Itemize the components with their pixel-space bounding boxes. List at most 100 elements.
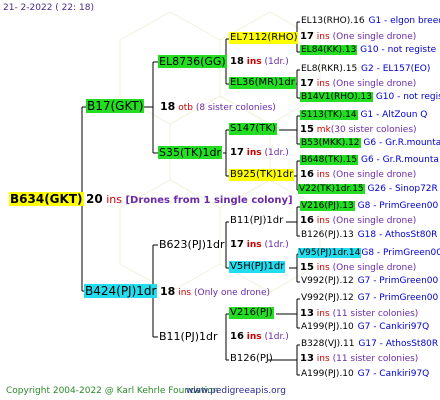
- gen4-6-bottom-info: G7 - PrimGreen00: [357, 276, 439, 286]
- gen4-5-top-name[interactable]: V216(PJ).13: [300, 201, 355, 211]
- gen4-5-note: (One single drone): [332, 216, 417, 226]
- gen2-queen-4-info: 16 ins (1dr.): [230, 332, 289, 342]
- gen4-4-count: 16: [300, 169, 314, 180]
- gen3-queen-3[interactable]: S147(TK): [229, 123, 277, 135]
- gen4-2-top-name[interactable]: EL8(RKR).15: [300, 64, 358, 74]
- gen4-4-bottom-info: G26 - Sinop72R: [367, 184, 438, 194]
- gen4-3-top-name[interactable]: S113(TK).14: [300, 110, 358, 120]
- gen2-queen-4[interactable]: B11(PJ)1dr: [158, 330, 219, 343]
- gen3-queen-2[interactable]: EL36(MR)1dr: [229, 77, 296, 89]
- gen4-5-bottom-name[interactable]: B126(PJ).13: [300, 230, 355, 240]
- gen4-4-top-name[interactable]: B648(TK).15: [300, 155, 359, 165]
- gen2-queen-3-note: (1dr.): [264, 240, 289, 250]
- pedigree-page: 21- 2-2022 ( 22: 18) Copyright 2004-2022…: [0, 0, 440, 400]
- gen1-queen-1[interactable]: B17(GKT): [86, 99, 145, 113]
- gen4-1-drone-info: 17 ins (One single drone): [300, 32, 416, 42]
- gen4-row-4-top: B648(TK).15 G6 - Gr.R.mounta: [300, 155, 439, 165]
- gen4-3-drone-info: 15 mk(30 sister colonies): [300, 125, 417, 135]
- gen4-2-count: 17: [300, 78, 314, 89]
- gen4-4-bottom-name[interactable]: V22(TK)1dr.15: [298, 184, 365, 194]
- gen3-queen-1[interactable]: EL7112(RHO): [229, 32, 299, 44]
- gen2-queen-4-note: (1dr.): [264, 332, 289, 342]
- gen2-queen-2[interactable]: S35(TK)1dr: [158, 146, 222, 159]
- gen2-queen-2-ins: ins: [246, 148, 262, 158]
- gen2-queen-3-ins: ins: [246, 240, 262, 250]
- root-drone-info: 20 ins [Drones from 1 single colony]: [86, 193, 293, 206]
- gen4-4-note: (One single drone): [332, 170, 417, 180]
- gen4-1-note: (One single drone): [332, 32, 417, 42]
- site-link[interactable]: www.pedigreeapis.org: [186, 387, 286, 396]
- gen1-queen-2-info: 18 ins (Only one drone): [160, 286, 270, 298]
- gen4-8-top-name[interactable]: B328(VJ).11: [300, 339, 356, 349]
- gen4-2-ins: ins: [316, 79, 330, 89]
- gen2-queen-4-count: 16: [230, 331, 244, 342]
- gen4-8-drone-info: 13 ins (11 sister colonies): [300, 354, 418, 364]
- gen4-row-4-bottom: V22(TK)1dr.15 G26 - Sinop72R: [298, 184, 438, 194]
- gen4-7-note: (11 sister colonies): [332, 309, 419, 319]
- gen4-2-bottom-name[interactable]: B14V1(RHO).13: [300, 92, 373, 102]
- gen4-7-top-info: G7 - PrimGreen00: [357, 293, 439, 303]
- gen4-4-top-info: G6 - Gr.R.mounta: [360, 155, 439, 165]
- gen4-7-count: 13: [300, 308, 314, 319]
- gen4-8-bottom-name[interactable]: A199(PJ).10: [300, 369, 355, 379]
- gen4-row-8-top: B328(VJ).11 G17 - AthosSt80R: [300, 340, 438, 349]
- gen3-queen-6[interactable]: V5H(PJ)1dr: [229, 261, 286, 273]
- gen3-queen-8[interactable]: B126(PJ): [229, 353, 274, 365]
- gen4-7-drone-info: 13 ins (11 sister colonies): [300, 309, 418, 319]
- gen4-row-5-bottom: B126(PJ).13 G18 - AthosSt80R: [300, 231, 437, 240]
- report-date: 21- 2-2022 ( 22: 18): [3, 3, 94, 13]
- gen4-8-note: (11 sister colonies): [332, 354, 419, 364]
- gen4-row-1-bottom: EL84(KK).13 G10 - not registe: [300, 45, 436, 55]
- gen4-2-top-info: G2 - EL157(EO): [361, 64, 431, 74]
- gen1-queen-2-ins: ins: [178, 288, 192, 298]
- gen4-6-top-info: G8 - PrimGreen00: [361, 248, 440, 258]
- gen3-queen-7[interactable]: V216(PJ): [229, 307, 274, 319]
- gen2-queen-2-count: 17: [230, 147, 244, 158]
- gen2-queen-2-note: (1dr.): [264, 148, 289, 158]
- gen1-queen-1-note: (8 sister colonies): [195, 103, 276, 113]
- gen2-queen-1-ins: ins: [246, 57, 262, 67]
- gen4-6-ins: ins: [316, 263, 330, 273]
- gen4-1-ins: ins: [316, 32, 330, 42]
- gen2-queen-1[interactable]: EL8736(GG): [158, 55, 227, 68]
- gen4-row-8-bottom: A199(PJ).10 G7 - Cankiri97Q: [300, 370, 429, 379]
- gen3-queen-4[interactable]: B925(TK)1dr: [229, 169, 295, 181]
- gen4-5-drone-info: 16 ins (One single drone): [300, 216, 416, 226]
- gen4-7-ins: ins: [316, 309, 330, 319]
- gen2-queen-2-info: 17 ins (1dr.): [230, 148, 289, 158]
- gen4-2-note: (One single drone): [332, 79, 417, 89]
- gen4-1-top-info: G1 - elgon breed: [368, 16, 440, 26]
- gen4-row-5-top: V216(PJ).13 G8 - PrimGreen00: [300, 201, 438, 211]
- gen4-3-count: 15: [300, 124, 314, 135]
- gen4-6-top-name[interactable]: V95(PJ)1dr.14: [298, 248, 362, 258]
- gen4-1-bottom-name[interactable]: EL84(KK).13: [300, 45, 358, 55]
- gen4-row-6-bottom: V992(PJ).12 G7 - PrimGreen00: [300, 277, 438, 286]
- gen4-row-2-top: EL8(RKR).15 G2 - EL157(EO): [300, 65, 430, 74]
- gen4-row-2-bottom: B14V1(RHO).13 G10 - not registe: [300, 92, 440, 102]
- gen4-3-note: (30 sister colonies): [330, 125, 417, 135]
- gen4-6-bottom-name[interactable]: V992(PJ).12: [300, 276, 355, 286]
- gen2-queen-1-note: (1dr.): [264, 57, 289, 67]
- gen4-5-ins: ins: [316, 216, 330, 226]
- gen1-queen-1-ins: otb: [178, 103, 193, 113]
- root-drone-ins: ins: [106, 193, 122, 206]
- gen4-5-count: 16: [300, 215, 314, 226]
- gen4-3-bottom-info: G6 - Gr.R.mounta: [363, 138, 440, 148]
- gen4-3-bottom-name[interactable]: B53(MKK).12: [300, 138, 361, 148]
- gen4-8-count: 13: [300, 353, 314, 364]
- gen4-1-count: 17: [300, 31, 314, 42]
- gen2-queen-3-count: 17: [230, 239, 244, 250]
- gen4-row-6-top: V95(PJ)1dr.14G8 - PrimGreen00: [298, 248, 440, 258]
- root-drone-note: [Drones from 1 single colony]: [125, 195, 293, 206]
- gen1-queen-1-count: 18: [160, 100, 176, 113]
- gen2-queen-3[interactable]: B623(PJ)1dr: [158, 238, 226, 251]
- gen4-6-count: 15: [300, 262, 314, 273]
- gen3-queen-5[interactable]: B11(PJ)1dr: [229, 215, 284, 227]
- gen4-2-drone-info: 17 ins (One single drone): [300, 79, 416, 89]
- gen4-7-bottom-name[interactable]: A199(PJ).10: [300, 322, 355, 332]
- gen4-row-1-top: EL13(RHO).16 G1 - elgon breed: [300, 17, 440, 26]
- gen4-7-top-name[interactable]: V992(PJ).12: [300, 293, 355, 303]
- gen4-1-top-name[interactable]: EL13(RHO).16: [300, 16, 366, 26]
- root-queen[interactable]: B634(GKT): [9, 192, 84, 206]
- gen1-queen-2[interactable]: B424(PJ)1dr: [84, 284, 158, 298]
